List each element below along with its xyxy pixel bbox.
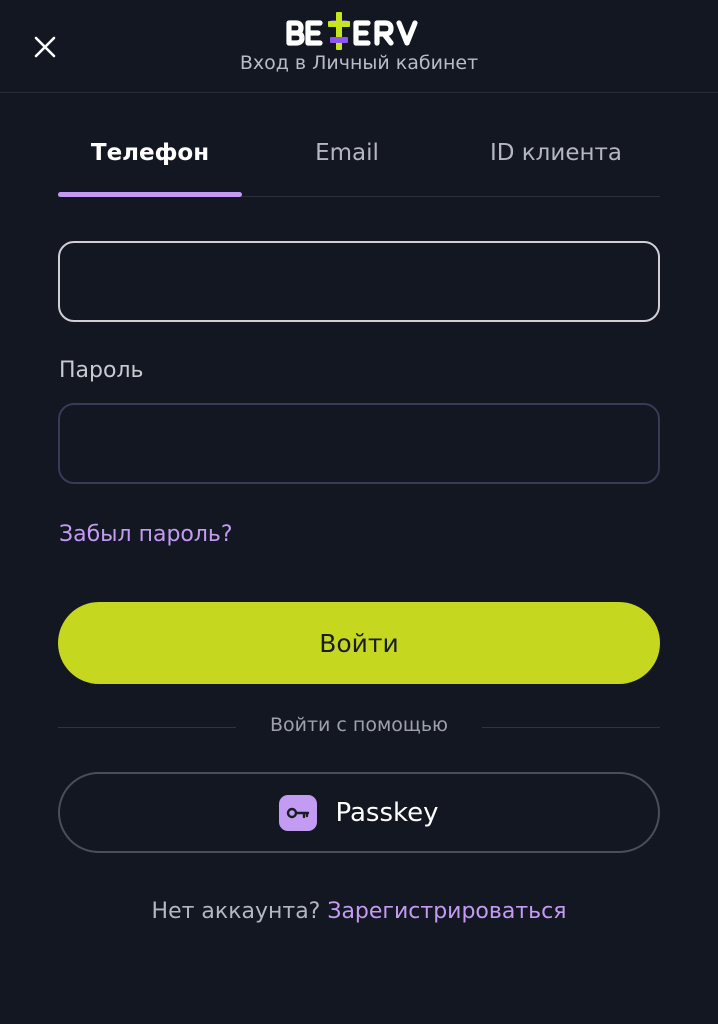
page-subtitle: Вход в Личный кабинет	[239, 52, 479, 74]
login-button[interactable]: Войти	[58, 602, 660, 684]
key-icon	[279, 794, 318, 831]
login-button-label: Войти	[319, 628, 399, 658]
phone-input[interactable]	[58, 241, 660, 322]
signup-link[interactable]: Зарегистрироваться	[327, 899, 566, 924]
signup-prompt: Нет аккаунта?	[151, 899, 328, 924]
tab-client-id[interactable]: ID клиента	[452, 130, 660, 195]
brand-logo	[0, 12, 718, 56]
login-method-tabs: Телефон Email ID клиента	[58, 130, 660, 197]
password-input[interactable]	[58, 403, 660, 484]
tab-email-label: Email	[315, 140, 379, 166]
divider-line-right	[482, 727, 660, 728]
header: Вход в Личный кабинет	[0, 0, 718, 93]
tab-phone[interactable]: Телефон	[58, 130, 242, 197]
passkey-button[interactable]: Passkey	[58, 772, 660, 853]
active-tab-indicator	[58, 192, 242, 197]
divider-line-left	[58, 727, 236, 728]
tab-phone-label: Телефон	[90, 140, 210, 166]
brand-logo-mark	[286, 12, 418, 50]
forgot-password-link[interactable]: Забыл пароль?	[59, 522, 233, 547]
tab-email[interactable]: Email	[242, 130, 452, 195]
tab-client-id-label: ID клиента	[489, 140, 623, 166]
password-label: Пароль	[59, 358, 144, 383]
alt-login-divider-text: Войти с помощью	[269, 714, 449, 736]
signup-row: Нет аккаунта? Зарегистрироваться	[0, 899, 718, 924]
passkey-button-label: Passkey	[335, 797, 439, 828]
